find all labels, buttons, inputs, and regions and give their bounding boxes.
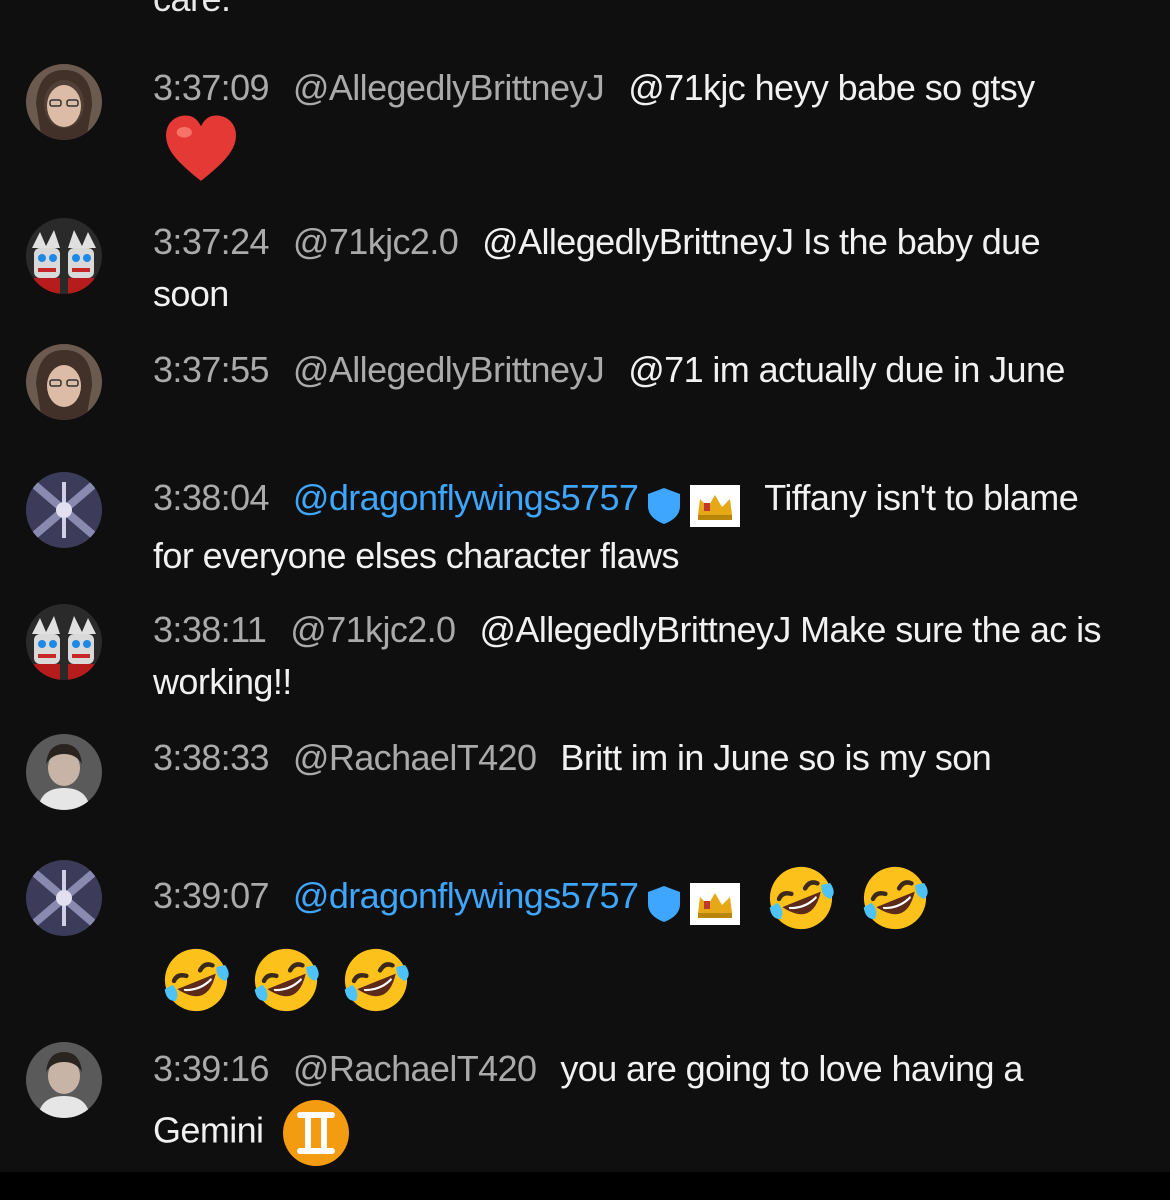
timestamp: 3:38:11 <box>153 609 267 650</box>
rolling-laughing-icon <box>339 943 413 1017</box>
timestamp: 3:37:55 <box>153 349 270 390</box>
author-name[interactable]: @RachaelT420 <box>293 1048 537 1089</box>
avatar[interactable] <box>26 472 102 548</box>
rolling-laughing-icon <box>159 943 233 1017</box>
message-body: 3:39:16 @RachaelT420 you are going to love… <box>153 1040 1113 1168</box>
message-body: 3:38:33 @RachaelT420 Britt im in June so i… <box>153 732 1113 784</box>
author-name[interactable]: @dragonflywings5757 <box>293 477 639 518</box>
message-text: @71 im actually due in June <box>628 349 1065 390</box>
avatar[interactable] <box>26 344 102 420</box>
rolling-laughing-icon <box>858 861 932 935</box>
timestamp: 3:37:09 <box>153 67 270 108</box>
message-body: 3:38:04 @dragonflywings5757 Tiffany isn't … <box>153 472 1113 582</box>
message-body: 3:38:11 @71kjc2.0 @AllegedlyBrittneyJ Make… <box>153 604 1113 708</box>
red-heart-icon <box>153 114 239 184</box>
author-name[interactable]: @AllegedlyBrittneyJ <box>293 349 605 390</box>
author-name[interactable]: @71kjc2.0 <box>293 221 459 262</box>
message-text: @71kjc heyy babe so gtsy <box>628 67 1035 108</box>
message-body: 3:37:09 @AllegedlyBrittneyJ @71kjc heyy ba… <box>153 62 1113 184</box>
author-name[interactable]: @dragonflywings5757 <box>293 875 639 916</box>
author-name[interactable]: @RachaelT420 <box>293 737 537 778</box>
author-badges <box>644 478 741 530</box>
member-crown-icon <box>690 485 741 528</box>
message-text: Britt im in June so is my son <box>560 737 992 778</box>
avatar[interactable] <box>26 860 102 936</box>
moderator-shield-icon <box>648 886 681 923</box>
message-body: 3:39:07 @dragonflywings5757 <box>153 858 1113 1017</box>
avatar[interactable] <box>26 64 102 140</box>
message-body: 3:37:55 @AllegedlyBrittneyJ @71 im actuall… <box>153 344 1113 396</box>
bottom-edge <box>0 1172 1170 1200</box>
message-body: 3:37:24 @71kjc2.0 @AllegedlyBrittneyJ Is t… <box>153 216 1113 320</box>
previous-message-fragment: care. <box>153 0 231 20</box>
message-text: @AllegedlyBrittneyJ Is the baby due soon <box>153 221 1041 314</box>
timestamp: 3:39:07 <box>153 875 270 916</box>
timestamp: 3:38:04 <box>153 477 270 518</box>
rolling-laughing-icon <box>249 943 323 1017</box>
timestamp: 3:38:33 <box>153 737 270 778</box>
author-name[interactable]: @AllegedlyBrittneyJ <box>293 67 605 108</box>
avatar[interactable] <box>26 604 102 680</box>
member-crown-icon <box>690 883 741 926</box>
avatar[interactable] <box>26 218 102 294</box>
timestamp: 3:37:24 <box>153 221 270 262</box>
author-name[interactable]: @71kjc2.0 <box>290 609 456 650</box>
avatar[interactable] <box>26 734 102 810</box>
timestamp: 3:39:16 <box>153 1048 270 1089</box>
rolling-laughing-icon <box>764 861 838 935</box>
gemini-icon <box>282 1100 349 1166</box>
avatar[interactable] <box>26 1042 102 1118</box>
author-badges <box>644 864 741 940</box>
moderator-shield-icon <box>648 488 681 525</box>
live-chat-panel: care. 3:37:09 @AllegedlyBrittneyJ @71kjc h… <box>0 0 1170 1172</box>
